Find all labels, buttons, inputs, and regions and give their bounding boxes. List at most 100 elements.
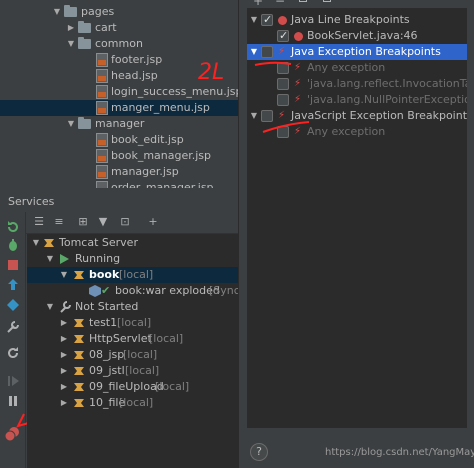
chevron-right-icon[interactable]: ▶ [59,363,69,379]
deploy-icon[interactable] [6,278,20,292]
service-08-jsp[interactable]: ▶ 08_jsp [local] [27,347,238,363]
tree-file-manager[interactable]: manager.jsp [0,164,238,180]
tree-label: pages [81,5,115,18]
bp-group-java-exception[interactable]: ▼ ⚡ Java Exception Breakpoints [247,44,467,60]
resume-icon[interactable] [6,374,20,388]
bp-item-nullpointer[interactable]: ⚡ 'java.lang.NullPointerException' [247,92,467,108]
add-breakpoint-icon[interactable]: + [253,0,263,8]
bp-checkbox[interactable] [261,46,273,58]
wrench-icon [60,301,71,313]
service-test1[interactable]: ▶ test1 [local] [27,315,238,331]
tree-file-book-manager[interactable]: book_manager.jsp [0,148,238,164]
services-tree: ▼ Tomcat Server ▼ Running ▼ book [local]… [27,234,238,468]
tomcat-icon [74,399,84,407]
chevron-right-icon[interactable]: ▶ [59,379,69,395]
service-suffix: [Sync [209,284,238,297]
chevron-down-icon[interactable]: ▼ [31,235,41,251]
bp-group-java-line[interactable]: ▼ Java Line Breakpoints [247,12,467,28]
group-by-icon[interactable]: ⊞ [76,215,90,229]
service-suffix: [local] [119,268,154,281]
services-title: Services [0,192,238,212]
folder-icon [64,5,77,17]
service-tomcat-server[interactable]: ▼ Tomcat Server [27,235,238,251]
bp-label: 'java.lang.NullPointerException' [307,93,467,106]
debug-bug-icon[interactable] [6,238,20,252]
tree-file-manger-menu[interactable]: manger_menu.jsp [0,100,238,116]
rerun-icon[interactable] [6,220,20,234]
bp-checkbox[interactable] [277,28,289,44]
chevron-down-icon[interactable]: ▼ [249,108,259,124]
exception-bolt-icon: ⚡ [294,62,302,73]
service-10-file[interactable]: ▶ 10_file [local] [27,395,238,411]
tomcat-icon [74,271,84,279]
export-icon[interactable] [323,0,331,2]
jsp-file-icon [96,149,108,163]
tree-label: book_edit.jsp [111,133,184,146]
add-service-icon[interactable]: + [146,215,160,229]
tree-label: book_manager.jsp [111,149,212,162]
filter-icon[interactable]: ▼ [96,215,110,229]
bp-item-bookservlet[interactable]: BookServlet.java:46 [247,28,467,44]
tree-folder-cart[interactable]: ▶ cart [0,20,238,36]
tree-label: order_manager.jsp [111,181,214,188]
tree-file-book-edit[interactable]: book_edit.jsp [0,132,238,148]
bp-checkbox[interactable] [277,78,289,90]
new-tab-icon[interactable]: ⊡ [118,215,132,229]
chevron-down-icon[interactable]: ▼ [249,12,259,28]
chevron-right-icon[interactable]: ▶ [59,331,69,347]
expand-all-icon[interactable]: ☰ [32,215,46,229]
service-09-fileupload[interactable]: ▶ 09_fileUpload [local] [27,379,238,395]
tree-label: login_success_menu.jsp [111,85,238,98]
chevron-down-icon[interactable]: ▼ [66,116,76,132]
bp-item-invocation-target[interactable]: ⚡ 'java.lang.reflect.InvocationTarg [247,76,467,92]
line-breakpoint-icon [294,32,303,41]
stop-icon[interactable] [6,258,20,272]
tomcat-icon [44,239,54,247]
tomcat-icon [74,319,84,327]
chevron-right-icon[interactable]: ▶ [59,347,69,363]
breakpoints-toolbar: + − [239,0,474,8]
jsp-file-icon [96,133,108,147]
chevron-right-icon[interactable]: ▶ [66,20,76,36]
service-book[interactable]: ▼ book [local] [27,267,238,283]
chevron-down-icon[interactable]: ▼ [66,36,76,52]
chevron-down-icon[interactable]: ▼ [45,299,55,315]
tree-file-login-success-menu[interactable]: login_success_menu.jsp [0,84,238,100]
bp-checkbox[interactable] [277,94,289,106]
service-label: 09_fileUpload [89,380,164,393]
chevron-down-icon[interactable]: ▼ [52,4,62,20]
service-suffix: [local] [117,316,152,329]
service-httpservlet[interactable]: ▶ HttpServlet [local] [27,331,238,347]
chevron-right-icon[interactable]: ▶ [59,315,69,331]
exception-bolt-icon: ⚡ [294,94,302,105]
service-artifact-book-war[interactable]: ✔ book:war exploded [Sync [27,283,238,299]
chevron-right-icon[interactable]: ▶ [59,395,69,411]
exception-bolt-icon: ⚡ [278,46,286,57]
remove-breakpoint-icon[interactable]: − [275,0,285,8]
tomcat-icon [74,351,84,359]
project-tree: ▼ pages ▶ cart ▼ common footer.jsp head.… [0,0,238,188]
chevron-down-icon[interactable]: ▼ [59,267,69,283]
service-group-running[interactable]: ▼ Running [27,251,238,267]
tree-file-order-manager[interactable]: order_manager.jsp [0,180,238,188]
tree-folder-common[interactable]: ▼ common [0,36,238,52]
wrench-icon[interactable] [6,320,20,334]
jsp-file-icon [96,181,108,188]
artifact-icon [89,285,101,297]
service-group-not-started[interactable]: ▼ Not Started [27,299,238,315]
help-button[interactable]: ? [250,443,268,461]
tomcat-icon [74,383,84,391]
collapse-all-icon[interactable]: ≡ [52,215,66,229]
service-09-jstl[interactable]: ▶ 09_jstl [local] [27,363,238,379]
chevron-down-icon[interactable]: ▼ [249,44,259,60]
bp-checkbox[interactable] [261,12,273,28]
update-icon[interactable] [6,298,20,312]
tree-folder-manager[interactable]: ▼ manager [0,116,238,132]
service-suffix: [local] [155,380,190,393]
jsp-file-icon [96,165,108,179]
tree-folder-pages[interactable]: ▼ pages [0,4,238,20]
pause-icon[interactable] [6,394,20,408]
chevron-down-icon[interactable]: ▼ [45,251,55,267]
group-icon[interactable] [299,0,307,2]
refresh-icon[interactable] [6,346,20,360]
